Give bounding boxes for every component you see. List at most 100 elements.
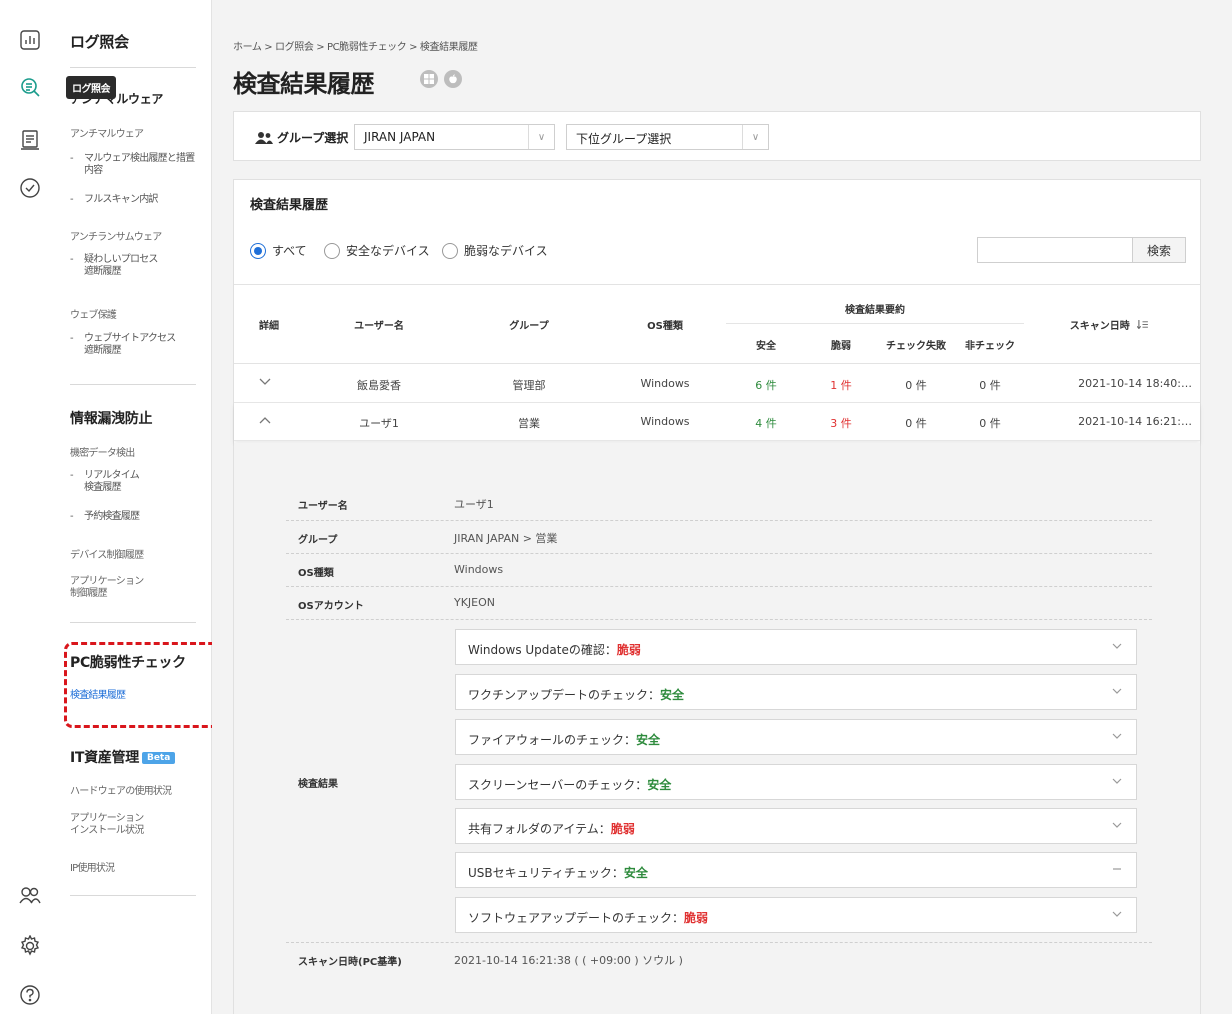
detail-label-scan-time: スキャン日時(PC基準) [298,957,402,968]
results-card: 検査結果履歴 すべて 安全なデバイス 脆弱なデバイス 検索 詳細 ユーザー名 グ… [233,179,1201,1014]
check-screensaver[interactable]: スクリーンセーバーのチェック：安全 [455,764,1137,800]
radio-label: 脆弱なデバイス [464,244,548,258]
detail-divider [286,520,1152,521]
detail-value-scan-time: 2021-10-14 16:21:38 ( ( +09:00 ) ソウル ) [454,954,683,967]
search-input[interactable] [977,237,1133,263]
chevron-down-icon[interactable] [258,375,272,389]
sidebar-group-antimalware: アンチマルウェア [70,129,144,140]
detail-divider [286,586,1152,587]
subgroup-select[interactable]: 下位グループ選択 ∨ [566,124,769,150]
sidebar-group-antiransomware: アンチランサムウェア [70,232,162,243]
sidebar-item-label: インストール状況 [70,825,144,836]
report-icon[interactable] [19,129,41,151]
row-detail-panel: ユーザー名 ユーザ1 グループ JIRAN JAPAN > 営業 OS種類 Wi… [234,443,1200,1014]
sidebar-item-label: マルウェア検出履歴と措置 内容 [84,153,195,176]
group-select[interactable]: JIRAN JAPAN ∨ [354,124,555,150]
filter-vulnerable-radio[interactable]: 脆弱なデバイス [442,242,548,259]
check-label: USBセキュリティチェック：安全 [468,866,648,880]
col-group: グループ [509,321,549,332]
sidebar-item-suspicious-process[interactable]: - 疑わしいプロセス 遮断履歴 [70,254,204,278]
sidebar-item-hardware[interactable]: ハードウェアの使用状況 [70,782,172,797]
cell-check-failed: 0 件 [905,417,927,430]
cell-group: 営業 [518,417,540,430]
col-vulnerable: 脆弱 [831,341,851,352]
check-status-safe: 安全 [660,688,685,702]
radio-label: すべて [272,244,307,258]
chevron-down-icon [1112,688,1122,694]
sidebar-item-dash: - [70,511,74,522]
chevron-down-icon: ∨ [528,125,554,149]
sidebar-item-label: 制御履歴 [70,588,108,599]
filter-all-radio[interactable]: すべて [250,242,307,259]
settings-icon[interactable] [19,935,41,957]
detail-value-os: Windows [454,563,504,576]
dashboard-icon[interactable] [19,29,41,51]
check-status-safe: 安全 [623,866,648,880]
col-check-failed: チェック失敗 [886,341,946,352]
col-unchecked: 非チェック [965,341,1015,352]
col-summary: 検査結果要約 [845,305,905,316]
check-software-update[interactable]: ソフトウェアアップデートのチェック：脆弱 [455,897,1137,933]
sidebar-item-malware-history[interactable]: - マルウェア検出履歴と措置 内容 [70,153,204,177]
detail-label-account: OSアカウント [298,601,364,612]
col-os: OS種類 [647,321,683,332]
filter-safe-radio[interactable]: 安全なデバイス [324,242,430,259]
table-row[interactable]: ユーザ1 営業 Windows 4 件 3 件 0 件 0 件 2021-10-… [234,403,1200,441]
check-usb-security[interactable]: USBセキュリティチェック：安全 [455,852,1137,888]
table-header: 詳細 ユーザー名 グループ OS種類 検査結果要約 安全 脆弱 チェック失敗 非… [234,284,1200,364]
search-button[interactable]: 検索 [1132,237,1186,263]
sidebar-group-web-protection: ウェブ保護 [70,310,117,321]
cell-os: Windows [640,377,690,390]
detail-divider [286,553,1152,554]
users-icon[interactable] [19,884,41,906]
check-label: Windows Updateの確認：脆弱 [468,643,641,657]
check-circle-icon[interactable] [19,177,41,199]
cell-scan-time: 2021-10-14 18:40:… [1078,377,1192,390]
sidebar-item-label: リアルタイム 検査履歴 [84,470,140,493]
sidebar-item-app-control[interactable]: アプリケーション 制御履歴 [70,576,144,600]
cell-vulnerable: 3 件 [830,417,852,430]
detail-value-group: JIRAN JAPAN > 営業 [454,532,558,545]
beta-badge: Beta [141,752,176,764]
radio-label: 安全なデバイス [346,244,430,258]
cell-group: 管理部 [512,379,546,392]
tooltip: ログ照会 [66,76,116,99]
sidebar-item-label: 疑わしいプロセス 遮断履歴 [84,254,158,277]
col-detail: 詳細 [259,321,279,332]
chevron-up-icon[interactable] [258,413,272,427]
detail-label-group: グループ [298,535,338,546]
check-shared-folder[interactable]: 共有フォルダのアイテム：脆弱 [455,808,1137,844]
detail-label-os: OS種類 [298,568,334,579]
main-content: ホーム > ログ照会 > PC脆弱性チェック > 検査結果履歴 検査結果履歴 グ… [212,0,1232,1014]
sidebar-item-app-install[interactable]: アプリケーション インストール状況 [70,813,144,837]
log-search-icon[interactable] [19,76,41,98]
apple-icon [444,70,462,88]
sidebar: ログ照会 アンチマルウェア アンチマルウェア - マルウェア検出履歴と措置 内容 … [58,0,212,1014]
cell-check-failed: 0 件 [905,379,927,392]
col-scan-time[interactable]: スキャン日時 [1034,317,1184,332]
col-user: ユーザー名 [354,321,404,332]
check-firewall[interactable]: ファイアウォールのチェック：安全 [455,719,1137,755]
sidebar-divider [70,384,196,385]
sidebar-item-website-access[interactable]: - ウェブサイトアクセス 遮断履歴 [70,333,204,357]
radio-checked-icon [250,242,266,259]
check-label: スクリーンセーバーのチェック：安全 [468,778,672,792]
check-status-safe: 安全 [647,778,672,792]
sidebar-item-fullscan[interactable]: - フルスキャン内訳 [70,194,204,206]
sidebar-item-realtime[interactable]: - リアルタイム 検査履歴 [70,470,204,494]
cell-unchecked: 0 件 [979,379,1001,392]
detail-divider [286,619,1152,620]
chevron-down-icon: ∨ [742,125,768,149]
check-vaccine-update[interactable]: ワクチンアップデートのチェック：安全 [455,674,1137,710]
sidebar-item-device-control[interactable]: デバイス制御履歴 [70,546,144,561]
check-windows-update[interactable]: Windows Updateの確認：脆弱 [455,629,1137,665]
sidebar-item-scheduled[interactable]: - 予約検査履歴 [70,511,204,523]
radio-unchecked-icon [324,242,340,259]
help-icon[interactable] [19,984,41,1006]
col-safe: 安全 [756,341,776,352]
col-scan-time-label: スキャン日時 [1069,321,1130,332]
check-label: 共有フォルダのアイテム：脆弱 [468,822,635,836]
cell-scan-time: 2021-10-14 16:21:… [1078,415,1192,428]
sidebar-item-ip-usage[interactable]: IP使用状況 [70,859,115,874]
table-row[interactable]: 飯島愛香 管理部 Windows 6 件 1 件 0 件 0 件 2021-10… [234,365,1200,403]
